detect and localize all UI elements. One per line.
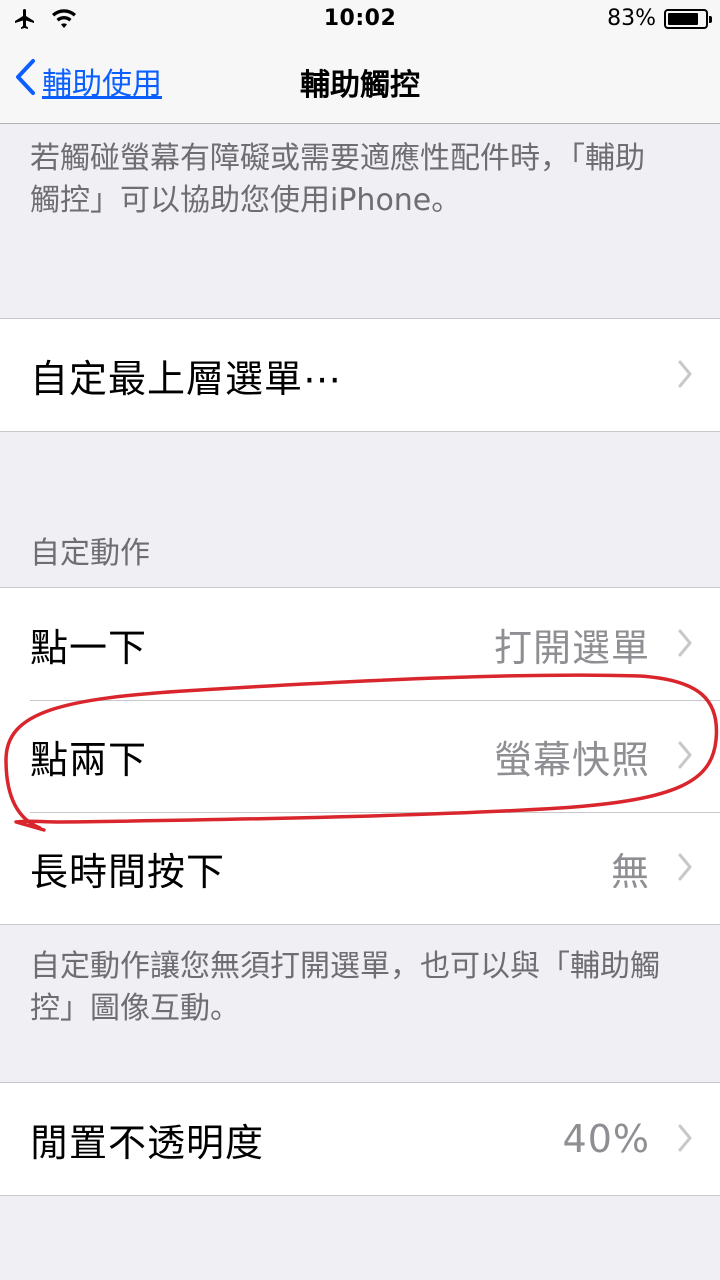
- single-tap-value: 打開選單: [493, 625, 650, 670]
- custom-actions-footer: 自定動作讓您無須打開選單，也可以與「輔助觸控」圖像互動。: [30, 949, 660, 1026]
- navigation-bar: 輔助使用 輔助觸控: [0, 40, 720, 124]
- double-tap-label: 點兩下: [30, 737, 148, 782]
- battery-icon: [664, 8, 712, 29]
- chevron-right-icon: [678, 360, 692, 392]
- custom-actions-group: 點一下 打開選單 點兩下 螢幕快照 長時間按下 無: [0, 587, 720, 925]
- customize-top-menu-row[interactable]: 自定最上層選單⋯: [0, 319, 720, 431]
- chevron-right-icon: [678, 853, 692, 885]
- top-menu-group: 自定最上層選單⋯: [0, 318, 720, 432]
- double-tap-value: 螢幕快照: [493, 737, 650, 782]
- idle-opacity-value: 40%: [562, 1117, 650, 1161]
- battery-fill: [668, 12, 698, 25]
- single-tap-row[interactable]: 點一下 打開選單: [0, 588, 720, 700]
- customize-top-menu-label: 自定最上層選單⋯: [30, 356, 343, 401]
- single-tap-label: 點一下: [30, 625, 148, 670]
- battery-percent: 83%: [607, 6, 656, 31]
- idle-opacity-row[interactable]: 閒置不透明度 40%: [0, 1083, 720, 1195]
- page-title: 輔助觸控: [300, 68, 420, 103]
- long-press-label: 長時間按下: [30, 849, 226, 894]
- chevron-right-icon: [678, 741, 692, 773]
- long-press-value: 無: [610, 849, 650, 894]
- custom-actions-header: 自定動作: [30, 536, 150, 571]
- chevron-right-icon: [678, 629, 692, 661]
- long-press-row[interactable]: 長時間按下 無: [0, 812, 720, 924]
- idle-opacity-group: 閒置不透明度 40%: [0, 1082, 720, 1196]
- status-right: 83%: [607, 6, 712, 31]
- idle-opacity-label: 閒置不透明度: [30, 1120, 265, 1165]
- chevron-right-icon: [678, 1124, 692, 1156]
- double-tap-row[interactable]: 點兩下 螢幕快照: [0, 700, 720, 812]
- intro-description: 若觸碰螢幕有障礙或需要適應性配件時，「輔助觸控」可以協助您使用iPhone。: [30, 141, 645, 218]
- status-bar: 10:02 83%: [0, 0, 720, 40]
